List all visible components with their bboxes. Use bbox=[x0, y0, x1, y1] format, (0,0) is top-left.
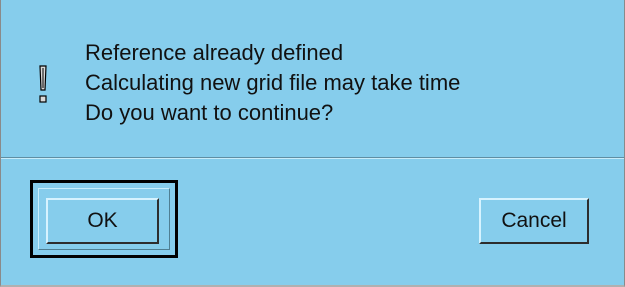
button-area: OK Cancel bbox=[1, 160, 624, 285]
message-text: Reference already defined Calculating ne… bbox=[85, 38, 460, 128]
message-line-3: Do you want to continue? bbox=[85, 100, 334, 125]
ok-button[interactable]: OK bbox=[46, 198, 159, 244]
exclamation-icon bbox=[39, 65, 47, 103]
cancel-button[interactable]: Cancel bbox=[479, 198, 589, 244]
confirmation-dialog: Reference already defined Calculating ne… bbox=[0, 0, 625, 287]
separator bbox=[1, 157, 624, 159]
message-area: Reference already defined Calculating ne… bbox=[1, 0, 624, 157]
message-line-2: Calculating new grid file may take time bbox=[85, 70, 461, 95]
message-line-1: Reference already defined bbox=[85, 40, 344, 65]
